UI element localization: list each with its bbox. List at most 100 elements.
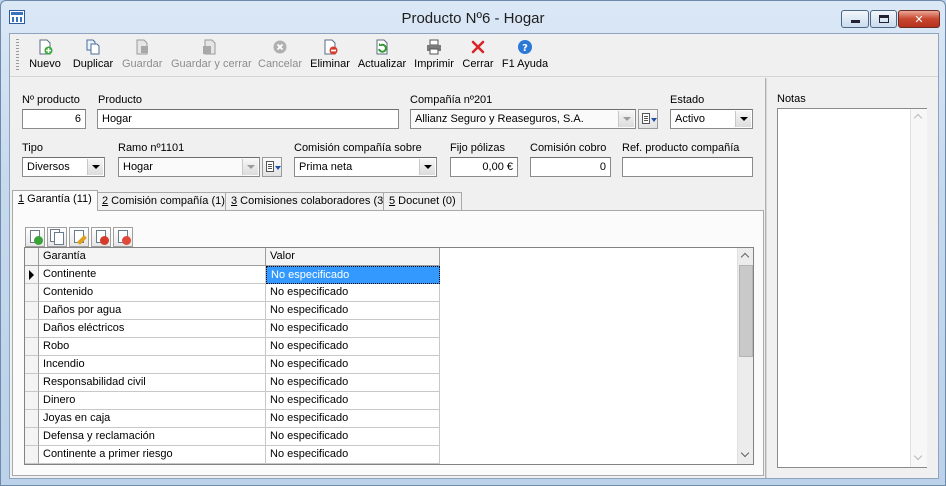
garantia-cell[interactable]: Defensa y reclamación [39,428,266,446]
column-header-garantia[interactable]: Garantía [39,248,266,266]
chevron-down-icon[interactable] [419,159,435,175]
tab-comisiones-colaboradores[interactable]: 3 Comisiones colaboradores (3) [225,192,393,210]
garantia-cell[interactable]: Continente a primer riesgo [39,446,266,464]
table-row[interactable]: Continente a primer riesgo No especificad… [25,446,440,464]
valor-cell[interactable]: No especificado [266,374,440,392]
maximize-button[interactable] [870,10,897,28]
table-row[interactable]: Responsabilidad civil No especificado [25,374,440,392]
table-row[interactable]: Defensa y reclamación No especificado [25,428,440,446]
tab-garantia[interactable]: 1 Garantía (11) [12,190,98,211]
scroll-up-icon[interactable] [738,248,753,265]
row-selector[interactable] [25,320,39,338]
row-selector[interactable] [25,428,39,446]
fijo-polizas-field[interactable]: 0,00 € [450,157,518,177]
ref-producto-field[interactable] [622,157,753,177]
row-selector[interactable] [25,356,39,374]
valor-cell[interactable]: No especificado [266,302,440,320]
row-selector[interactable] [25,374,39,392]
close-window-button[interactable]: ✕ [898,10,940,28]
remove-row-button[interactable] [113,227,133,247]
new-button[interactable]: Nuevo [28,39,62,73]
row-selector[interactable] [25,446,39,464]
new-label: Nuevo [29,58,61,70]
delete-row-button[interactable] [91,227,111,247]
garantia-cell[interactable]: Robo [39,338,266,356]
save-button[interactable]: Guardar [122,39,162,73]
notes-vertical-scrollbar[interactable] [910,109,927,467]
grid-vertical-scrollbar[interactable] [737,248,753,464]
refresh-button[interactable]: Actualizar [357,39,407,73]
help-button[interactable]: ? F1 Ayuda [500,39,550,73]
valor-cell[interactable]: No especificado [266,428,440,446]
scroll-down-icon[interactable] [738,447,753,464]
valor-cell[interactable]: No especificado [266,356,440,374]
num-producto-field[interactable]: 6 [22,109,86,129]
estado-combo[interactable]: Activo [670,109,753,129]
row-selector[interactable] [25,266,39,284]
row-selector[interactable] [25,392,39,410]
tipo-combo[interactable]: Diversos [22,157,105,177]
cancel-icon [273,40,287,54]
notes-textarea[interactable] [777,108,927,468]
comision-sobre-combo[interactable]: Prima neta [294,157,437,177]
table-row[interactable]: Dinero No especificado [25,392,440,410]
table-row[interactable]: Continente No especificado [25,266,440,284]
compania-combo[interactable]: Allianz Seguro y Reaseguros, S.A. [410,109,636,129]
delete-button[interactable]: Eliminar [310,39,350,73]
chevron-down-icon[interactable] [735,111,751,127]
save-close-button[interactable]: Guardar y cerrar [171,39,252,73]
scroll-down-icon[interactable] [911,450,927,467]
table-row[interactable]: Daños por agua No especificado [25,302,440,320]
table-row[interactable]: Incendio No especificado [25,356,440,374]
valor-cell[interactable]: No especificado [266,284,440,302]
chevron-down-icon[interactable] [242,159,258,175]
garantia-cell[interactable]: Contenido [39,284,266,302]
ramo-picker-button[interactable] [262,157,282,177]
edit-row-button[interactable] [69,227,89,247]
table-row[interactable]: Contenido No especificado [25,284,440,302]
valor-cell[interactable]: No especificado [266,266,440,284]
row-selector[interactable] [25,284,39,302]
chevron-down-icon[interactable] [87,159,103,175]
valor-cell[interactable]: No especificado [266,338,440,356]
print-button[interactable]: Imprimir [414,39,454,73]
column-header-valor[interactable]: Valor [266,248,440,266]
compania-picker-button[interactable] [638,109,658,129]
ramo-combo[interactable]: Hogar [118,157,260,177]
copy-rows-button[interactable] [47,227,67,247]
garantia-cell[interactable]: Responsabilidad civil [39,374,266,392]
chevron-down-icon[interactable] [618,111,634,127]
table-row[interactable]: Joyas en caja No especificado [25,410,440,428]
minimize-button[interactable] [841,10,869,28]
table-row[interactable]: Daños eléctricos No especificado [25,320,440,338]
scroll-thumb[interactable] [739,265,753,357]
valor-cell[interactable]: No especificado [266,446,440,464]
comision-cobro-field[interactable]: 0 [530,157,611,177]
scroll-up-icon[interactable] [911,109,927,126]
garantia-cell[interactable]: Daños por agua [39,302,266,320]
title-bar[interactable]: Producto Nº6 - Hogar ✕ [1,1,945,33]
garantia-cell[interactable]: Continente [39,266,266,284]
tab-docunet[interactable]: 5 Docunet (0) [383,192,462,210]
garantia-cell[interactable]: Daños eléctricos [39,320,266,338]
duplicate-icon [86,39,100,55]
add-row-button[interactable] [25,227,45,247]
garantia-cell[interactable]: Dinero [39,392,266,410]
row-selector[interactable] [25,410,39,428]
print-label: Imprimir [414,58,454,70]
close-button[interactable]: Cerrar [461,39,495,73]
valor-cell[interactable]: No especificado [266,392,440,410]
tab-comision-compania[interactable]: 2 Comisión compañía (1) [96,192,231,210]
row-selector[interactable] [25,338,39,356]
valor-cell[interactable]: No especificado [266,410,440,428]
row-selector[interactable] [25,302,39,320]
garantia-cell[interactable]: Joyas en caja [39,410,266,428]
save-icon [136,39,148,55]
duplicate-button[interactable]: Duplicar [72,39,114,73]
valor-cell[interactable]: No especificado [266,320,440,338]
toolbar-grip[interactable] [16,39,19,72]
table-row[interactable]: Robo No especificado [25,338,440,356]
garantia-cell[interactable]: Incendio [39,356,266,374]
producto-field[interactable]: Hogar [97,109,399,129]
cancel-button[interactable]: Cancelar [258,39,302,73]
